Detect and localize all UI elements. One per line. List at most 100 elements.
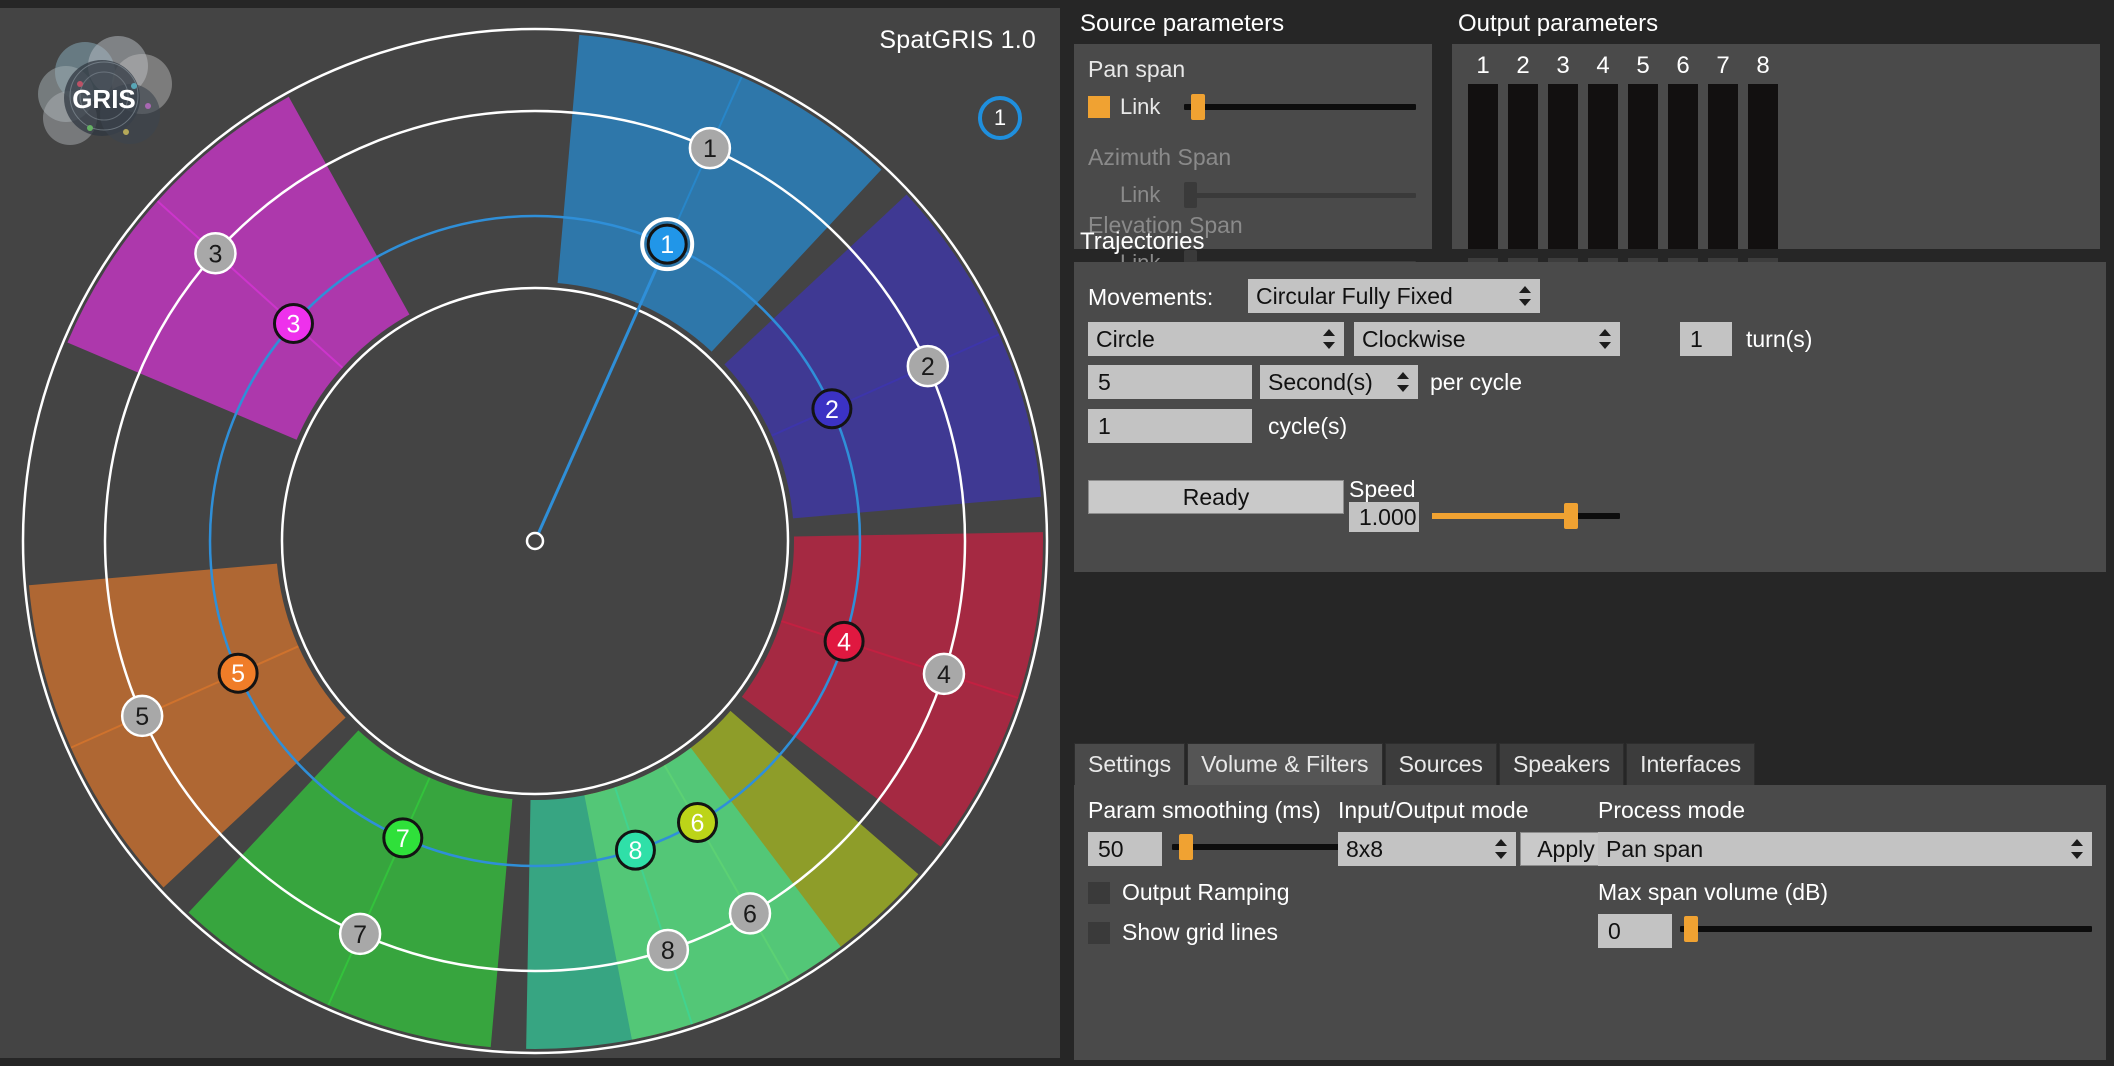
svg-text:5: 5 xyxy=(135,703,149,731)
source-parameters-section: Source parameters Pan span Link Azimuth … xyxy=(1066,4,1432,249)
source-marker-2[interactable]: 2 xyxy=(813,390,851,428)
output-ramping-checkbox[interactable] xyxy=(1088,882,1110,904)
max-span-value: 0 xyxy=(1608,918,1621,945)
settings-section: SettingsVolume & FiltersSourcesSpeakersI… xyxy=(1066,742,2106,1060)
source-marker-6[interactable]: 6 xyxy=(679,803,717,841)
svg-text:2: 2 xyxy=(825,396,839,424)
show-grid-lines-label: Show grid lines xyxy=(1122,919,1278,946)
show-grid-lines-checkbox[interactable] xyxy=(1088,922,1110,944)
svg-text:2: 2 xyxy=(921,353,935,381)
right-panel: Source parameters Pan span Link Azimuth … xyxy=(1066,0,2114,1066)
output-meter-label: 4 xyxy=(1588,52,1618,80)
svg-text:8: 8 xyxy=(661,937,675,965)
cycles-input[interactable]: 1 xyxy=(1088,409,1252,443)
source-marker-5[interactable]: 5 xyxy=(219,654,257,692)
io-mode-label: Input/Output mode xyxy=(1338,797,1529,824)
movements-select[interactable]: Circular Fully Fixed xyxy=(1248,279,1540,313)
tab-interfaces[interactable]: Interfaces xyxy=(1626,743,1755,786)
param-smoothing-input[interactable]: 50 xyxy=(1088,832,1162,866)
svg-text:3: 3 xyxy=(208,240,222,268)
source-marker-4[interactable]: 4 xyxy=(825,622,863,660)
shape-select[interactable]: Circle xyxy=(1088,322,1344,356)
radar-view[interactable]: 1 2 3 4 5 6 7 8 1 2 3 4 5 6 7 8 xyxy=(0,8,1060,1058)
speaker-marker-5[interactable]: 5 xyxy=(122,696,162,736)
azimuth-span-link-label: Link xyxy=(1120,182,1160,208)
io-mode-value: 8x8 xyxy=(1346,836,1494,863)
svg-text:1: 1 xyxy=(660,231,674,259)
source-marker-1[interactable]: 1 xyxy=(642,219,692,269)
trajectories-section: Trajectories Movements: Circular Fully F… xyxy=(1066,222,2106,572)
pan-span-label: Pan span xyxy=(1088,56,1185,83)
output-meter-label: 2 xyxy=(1508,52,1538,80)
app-title: SpatGRIS 1.0 xyxy=(879,26,1036,55)
speaker-marker-4[interactable]: 4 xyxy=(924,654,964,694)
chevron-updown-icon xyxy=(1518,285,1532,307)
gris-logo: GRIS xyxy=(30,36,178,146)
speed-slider[interactable] xyxy=(1432,503,1620,529)
settings-tabs[interactable]: SettingsVolume & FiltersSourcesSpeakersI… xyxy=(1074,742,1757,786)
speaker-marker-8[interactable]: 8 xyxy=(648,930,688,970)
output-ramping-row[interactable]: Output Ramping xyxy=(1088,879,1289,906)
movements-label: Movements: xyxy=(1088,284,1213,311)
speaker-marker-1[interactable]: 1 xyxy=(690,128,730,168)
shape-value: Circle xyxy=(1096,326,1322,353)
source-marker-7[interactable]: 7 xyxy=(384,819,422,857)
pan-span-slider[interactable] xyxy=(1184,94,1416,120)
radar-center-handle[interactable] xyxy=(527,533,543,549)
max-span-volume-label: Max span volume (dB) xyxy=(1598,879,1828,906)
chevron-updown-icon xyxy=(1494,838,1508,860)
duration-unit-value: Second(s) xyxy=(1268,369,1396,396)
settings-panel: Param smoothing (ms) 50 Output Ramping S… xyxy=(1074,785,2106,1060)
turns-label: turn(s) xyxy=(1746,326,1812,353)
azimuth-span-link-row[interactable]: Link xyxy=(1120,182,1160,208)
spatgris-window: 1234567812345678 xyxy=(0,0,2114,1066)
source-marker-3[interactable]: 3 xyxy=(274,305,312,343)
process-mode-value: Pan span xyxy=(1606,836,2070,863)
chevron-updown-icon xyxy=(1598,328,1612,350)
output-meter-label: 5 xyxy=(1628,52,1658,80)
svg-text:3: 3 xyxy=(287,311,301,339)
output-meter-label: 7 xyxy=(1708,52,1738,80)
speaker-marker-6[interactable]: 6 xyxy=(730,893,770,933)
pan-span-link-row[interactable]: Link xyxy=(1088,94,1160,120)
speaker-marker-7[interactable]: 7 xyxy=(340,914,380,954)
tab-sources[interactable]: Sources xyxy=(1385,743,1497,786)
speed-value-input[interactable]: 1.000 xyxy=(1349,502,1419,532)
duration-unit-select[interactable]: Second(s) xyxy=(1260,365,1418,399)
source-parameters-title: Source parameters xyxy=(1066,4,1432,44)
svg-text:7: 7 xyxy=(353,921,367,949)
max-span-input[interactable]: 0 xyxy=(1598,914,1672,948)
tab-settings[interactable]: Settings xyxy=(1074,743,1185,786)
svg-text:5: 5 xyxy=(231,660,245,688)
speaker-marker-3[interactable]: 3 xyxy=(195,233,235,273)
turns-value: 1 xyxy=(1690,326,1703,353)
radar-canvas[interactable]: 1 2 3 4 5 6 7 8 1 2 3 4 5 6 7 8 xyxy=(0,8,1060,1058)
process-mode-select[interactable]: Pan span xyxy=(1598,832,2092,866)
azimuth-span-slider[interactable] xyxy=(1184,182,1416,208)
speed-value: 1.000 xyxy=(1359,504,1417,531)
io-mode-select[interactable]: 8x8 xyxy=(1338,832,1516,866)
svg-text:4: 4 xyxy=(837,628,851,656)
cycles-value: 1 xyxy=(1098,413,1111,440)
svg-text:8: 8 xyxy=(628,837,642,865)
duration-input[interactable]: 5 xyxy=(1088,365,1252,399)
turns-input[interactable]: 1 xyxy=(1680,322,1732,356)
source-marker-8[interactable]: 8 xyxy=(616,831,654,869)
chevron-updown-icon xyxy=(1322,328,1336,350)
chevron-updown-icon xyxy=(1396,371,1410,393)
ready-button[interactable]: Ready xyxy=(1088,480,1344,514)
show-grid-lines-row[interactable]: Show grid lines xyxy=(1088,919,1278,946)
tab-speakers[interactable]: Speakers xyxy=(1499,743,1624,786)
direction-select[interactable]: Clockwise xyxy=(1354,322,1620,356)
tab-volume-filters[interactable]: Volume & Filters xyxy=(1187,743,1382,786)
max-span-slider[interactable] xyxy=(1680,916,2092,942)
chevron-updown-icon xyxy=(2070,838,2084,860)
selected-source-badge[interactable]: 1 xyxy=(978,96,1022,140)
pan-span-link-checkbox[interactable] xyxy=(1088,96,1110,118)
svg-text:7: 7 xyxy=(396,825,410,853)
logo-text: GRIS xyxy=(72,84,136,114)
speaker-marker-2[interactable]: 2 xyxy=(908,346,948,386)
per-cycle-label: per cycle xyxy=(1430,369,1522,396)
output-meter-label: 6 xyxy=(1668,52,1698,80)
output-meter-label: 3 xyxy=(1548,52,1578,80)
